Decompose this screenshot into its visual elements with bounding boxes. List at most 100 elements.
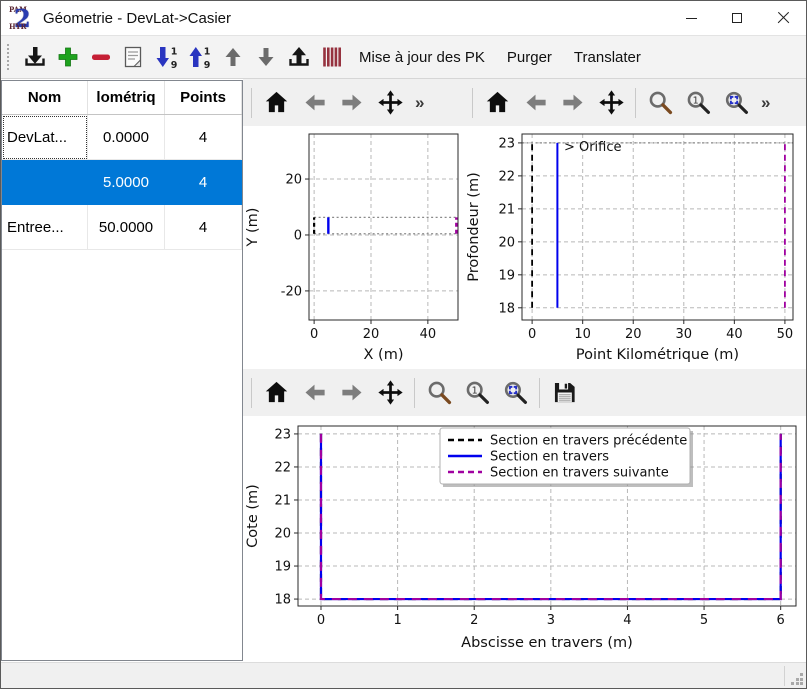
add-button[interactable]	[51, 40, 84, 74]
cell-nom[interactable]: Entree...	[2, 205, 88, 250]
home-icon	[263, 379, 290, 406]
svg-text:0: 0	[310, 327, 318, 342]
minimize-button[interactable]	[668, 1, 714, 35]
sort-descending-button[interactable]	[150, 40, 183, 74]
cross-section-chart[interactable]: 0123456181920212223Abscisse en travers (…	[243, 416, 802, 654]
table-row[interactable]: Entree... 50.0000 4	[2, 205, 242, 250]
purge-button[interactable]: Purger	[496, 40, 563, 74]
svg-text:Section en travers précédente: Section en travers précédente	[490, 434, 687, 449]
zoom-one-button[interactable]	[679, 84, 717, 122]
pan-button[interactable]	[592, 84, 630, 122]
svg-text:23: 23	[274, 427, 291, 442]
title-bar: PAM 2 HYR Géometrie - DevLat->Casier	[1, 1, 806, 35]
main-content: Nom lométriq Points DevLat... 0.0000 4 5…	[1, 79, 806, 662]
zoom-fit-button[interactable]	[717, 84, 755, 122]
cell-points[interactable]: 4	[165, 160, 242, 205]
svg-text:40: 40	[420, 327, 437, 342]
forward-button[interactable]	[333, 374, 371, 412]
update-pk-button[interactable]: Mise à jour des PK	[348, 40, 496, 74]
app-logo-icon: PAM 2 HYR	[9, 5, 35, 31]
profile-panel: » 01020304050181920212223Point Kilométri…	[464, 79, 806, 369]
profile-chart[interactable]: 01020304050181920212223Point Kilométriqu…	[464, 126, 801, 366]
cell-points[interactable]: 4	[165, 205, 242, 250]
pan-button[interactable]	[371, 84, 409, 122]
zoom-button[interactable]	[641, 84, 679, 122]
profile-toolbar: »	[464, 79, 806, 126]
svg-text:18: 18	[274, 593, 291, 608]
move-up-button[interactable]	[216, 40, 249, 74]
column-header-points[interactable]: Points	[165, 81, 242, 114]
zoom-one-button[interactable]	[458, 374, 496, 412]
separator	[414, 378, 415, 408]
cell-pk[interactable]: 0.0000	[88, 115, 165, 160]
pan-icon	[377, 379, 404, 406]
plan-view-chart[interactable]: 02040-20020X (m)Y (m)	[243, 126, 464, 366]
close-button[interactable]	[760, 1, 806, 35]
separator	[635, 88, 636, 118]
zoom-fit-button[interactable]	[496, 374, 534, 412]
toolbar-drag-handle[interactable]	[7, 44, 12, 70]
forward-icon	[560, 89, 587, 116]
separator	[251, 88, 252, 118]
sections-table: Nom lométriq Points DevLat... 0.0000 4 5…	[1, 80, 243, 661]
cell-points[interactable]: 4	[165, 115, 242, 160]
back-button[interactable]	[295, 374, 333, 412]
zoom-button[interactable]	[420, 374, 458, 412]
move-down-icon	[253, 44, 279, 70]
window-title: Géometrie - DevLat->Casier	[43, 10, 231, 27]
column-header-pk[interactable]: lométriq	[88, 81, 165, 114]
cell-nom[interactable]	[2, 160, 88, 205]
svg-text:19: 19	[274, 560, 291, 575]
home-icon	[263, 89, 290, 116]
table-row-selected[interactable]: 5.0000 4	[2, 160, 242, 205]
edit-button[interactable]	[117, 40, 150, 74]
move-down-button[interactable]	[249, 40, 282, 74]
back-icon	[301, 379, 328, 406]
svg-text:6: 6	[777, 613, 785, 628]
status-bar	[1, 662, 806, 688]
pan-icon	[377, 89, 404, 116]
svg-text:18: 18	[498, 301, 515, 316]
close-icon	[777, 12, 790, 25]
home-button[interactable]	[257, 374, 295, 412]
remove-button[interactable]	[84, 40, 117, 74]
separator	[251, 378, 252, 408]
home-icon	[484, 89, 511, 116]
back-button[interactable]	[295, 84, 333, 122]
forward-button[interactable]	[554, 84, 592, 122]
resize-grip[interactable]	[791, 673, 803, 685]
back-button[interactable]	[516, 84, 554, 122]
maximize-icon	[732, 13, 742, 23]
window-controls	[668, 1, 806, 35]
svg-text:23: 23	[498, 136, 515, 151]
svg-text:20: 20	[363, 327, 380, 342]
forward-button[interactable]	[333, 84, 371, 122]
svg-text:> Orifice: > Orifice	[564, 140, 622, 155]
pan-button[interactable]	[371, 374, 409, 412]
zoom-fit-icon	[723, 89, 750, 116]
export-button[interactable]	[282, 40, 315, 74]
toolbar-overflow-button[interactable]: »	[415, 93, 424, 113]
home-button[interactable]	[257, 84, 295, 122]
structures-button[interactable]	[315, 40, 348, 74]
svg-text:Y (m): Y (m)	[245, 208, 261, 248]
table-row[interactable]: DevLat... 0.0000 4	[2, 115, 242, 160]
import-button[interactable]	[18, 40, 51, 74]
plan-view-toolbar: »	[243, 79, 464, 126]
zoom-icon	[647, 89, 674, 116]
home-button[interactable]	[478, 84, 516, 122]
save-figure-button[interactable]	[545, 374, 583, 412]
column-header-nom[interactable]: Nom	[2, 81, 88, 114]
sort-ascending-button[interactable]	[183, 40, 216, 74]
svg-text:5: 5	[700, 613, 708, 628]
svg-text:20: 20	[625, 327, 642, 342]
cross-section-panel: 0123456181920212223Abscisse en travers (…	[243, 369, 806, 654]
cell-pk[interactable]: 5.0000	[88, 160, 165, 205]
maximize-button[interactable]	[714, 1, 760, 35]
toolbar-overflow-button[interactable]: »	[761, 93, 770, 113]
svg-text:0: 0	[528, 327, 536, 342]
cell-nom[interactable]: DevLat...	[2, 115, 88, 160]
cell-pk[interactable]: 50.0000	[88, 205, 165, 250]
translate-button[interactable]: Translater	[563, 40, 652, 74]
sort-descending-icon	[154, 44, 180, 70]
